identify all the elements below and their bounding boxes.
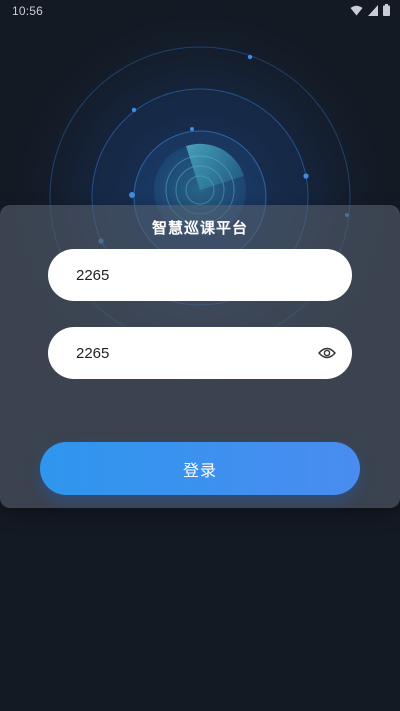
password-field[interactable] (48, 327, 352, 379)
app-title: 智慧巡课平台 (151, 219, 248, 237)
radar-dot (190, 127, 194, 131)
login-card: 智慧巡课平台 登录 (0, 205, 400, 508)
eye-icon[interactable] (318, 345, 336, 361)
radar-dot (129, 192, 135, 198)
username-input[interactable] (76, 266, 324, 284)
username-field[interactable] (48, 249, 352, 301)
radar-dot (247, 54, 253, 60)
radar-dot (303, 173, 309, 179)
login-button[interactable]: 登录 (40, 442, 360, 495)
radar-dot (131, 107, 137, 113)
password-input[interactable] (76, 344, 324, 362)
